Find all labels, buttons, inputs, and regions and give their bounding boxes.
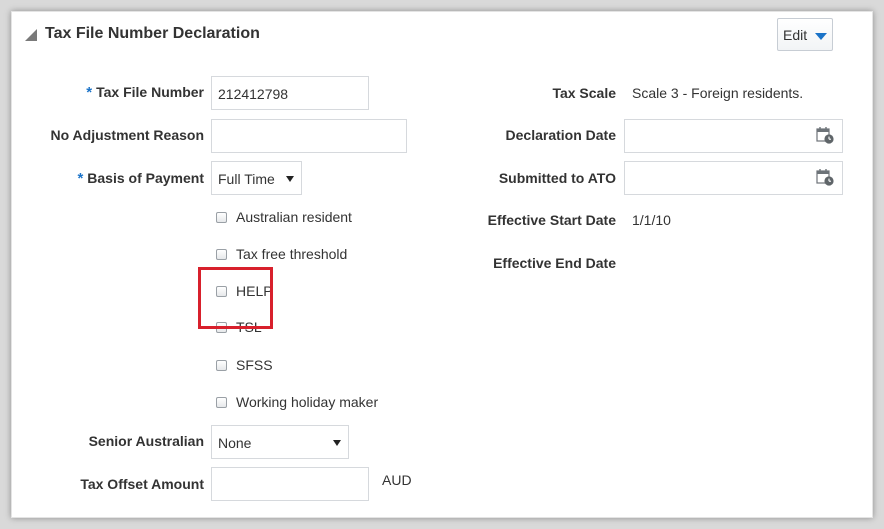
- tax-free-threshold-checkbox[interactable]: [216, 249, 227, 260]
- australian-resident-checkbox[interactable]: [216, 212, 227, 223]
- basis-of-payment-label: * Basis of Payment: [77, 170, 204, 187]
- sfss-label[interactable]: SFSS: [236, 357, 273, 373]
- working-holiday-maker-checkbox[interactable]: [216, 397, 227, 408]
- calendar-icon[interactable]: [816, 126, 834, 144]
- declaration-date-input[interactable]: [624, 119, 843, 153]
- tax-offset-amount-input[interactable]: [211, 467, 369, 501]
- tax-scale-value: Scale 3 - Foreign residents.: [632, 85, 804, 101]
- submitted-to-ato-label: Submitted to ATO: [498, 170, 616, 186]
- tax-file-number-input[interactable]: 212412798: [211, 76, 369, 110]
- calendar-icon[interactable]: [816, 168, 834, 186]
- sfss-checkbox[interactable]: [216, 360, 227, 371]
- tax-file-number-value: 212412798: [218, 86, 289, 102]
- effective-end-date-label: Effective End Date: [493, 255, 616, 271]
- caret-down-icon: [815, 33, 827, 40]
- tax-offset-amount-label: Tax Offset Amount: [80, 476, 204, 492]
- australian-resident-label[interactable]: Australian resident: [236, 209, 352, 225]
- declaration-date-label: Declaration Date: [505, 127, 616, 143]
- required-marker: *: [86, 84, 93, 101]
- no-adjustment-reason-input[interactable]: [211, 119, 407, 153]
- no-adjustment-reason-label: No Adjustment Reason: [50, 127, 205, 143]
- highlight-box: [198, 267, 273, 329]
- senior-australian-select[interactable]: None: [211, 425, 349, 459]
- tax-file-number-label: * Tax File Number: [86, 84, 204, 101]
- caret-down-icon: [333, 440, 341, 446]
- required-marker: *: [77, 170, 84, 187]
- effective-start-date-value: 1/1/10: [632, 212, 671, 228]
- currency-label: AUD: [382, 472, 412, 488]
- edit-button[interactable]: Edit: [777, 18, 833, 51]
- tax-scale-label: Tax Scale: [552, 85, 616, 101]
- tax-free-threshold-label[interactable]: Tax free threshold: [236, 246, 347, 262]
- edit-button-label: Edit: [783, 27, 808, 43]
- section-title: Tax File Number Declaration: [45, 25, 260, 42]
- caret-down-icon: [286, 176, 294, 182]
- senior-australian-label: Senior Australian: [88, 433, 204, 449]
- collapse-triangle-icon[interactable]: [25, 29, 37, 41]
- basis-of-payment-select[interactable]: Full Time: [211, 161, 302, 195]
- effective-start-date-label: Effective Start Date: [487, 212, 616, 228]
- basis-of-payment-value: Full Time: [218, 171, 275, 187]
- working-holiday-maker-label[interactable]: Working holiday maker: [236, 394, 378, 410]
- submitted-to-ato-input[interactable]: [624, 161, 843, 195]
- senior-australian-value: None: [218, 435, 252, 451]
